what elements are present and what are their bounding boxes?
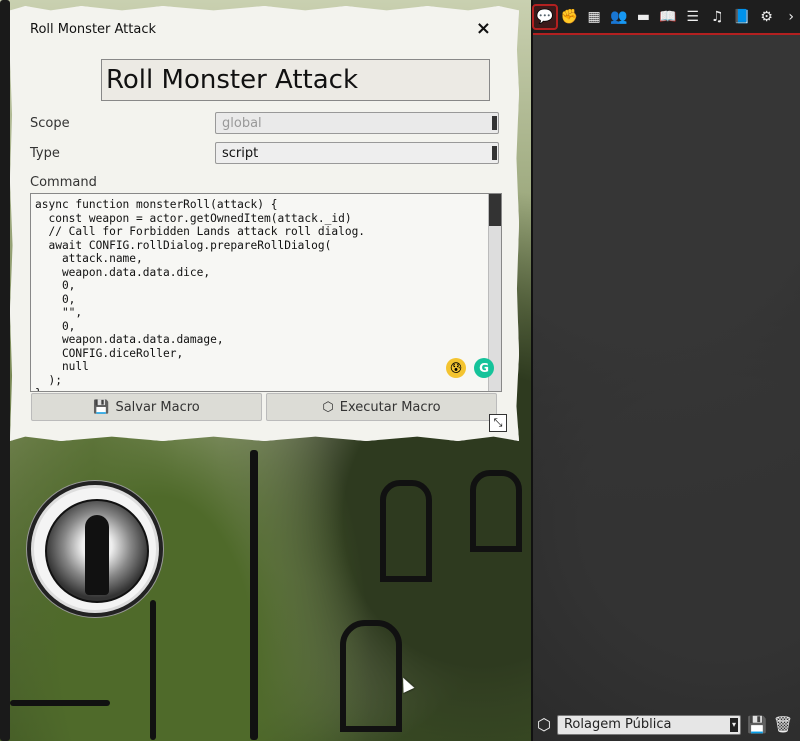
macro-name-input[interactable]: Roll Monster Attack — [101, 59, 490, 101]
execute-macro-button[interactable]: ⬡ Executar Macro — [266, 393, 497, 421]
command-textarea[interactable]: async function monsterRoll(attack) { con… — [31, 194, 501, 391]
scroll-thumb[interactable] — [489, 194, 501, 226]
chevron-down-icon: ▾ — [729, 717, 738, 732]
tables-icon[interactable]: ☰ — [682, 6, 704, 28]
resize-handle-icon[interactable]: ⤡ — [489, 414, 507, 432]
roll-mode-select[interactable]: Rolagem Pública ▾ — [556, 714, 741, 735]
scene-line — [250, 450, 258, 740]
type-select[interactable]: script — [215, 142, 499, 164]
playlists-icon[interactable]: ♫ — [706, 6, 728, 28]
scope-select: global — [215, 112, 499, 134]
sidebar: 💬 ✊ ▦ 👥 ▬ 📖 ☰ ♫ 📘 ⚙ › ⬡ Rolagem Pública … — [531, 0, 800, 741]
roll-mode-value: Rolagem Pública — [563, 717, 672, 732]
macro-config-dialog: Roll Monster Attack × Roll Monster Attac… — [10, 6, 519, 441]
combat-icon[interactable]: ✊ — [559, 6, 581, 28]
scene-edge — [0, 0, 10, 741]
scene-line — [150, 600, 156, 740]
dice-icon[interactable]: ⬡ — [537, 715, 551, 734]
emoji-icon[interactable]: 😰 — [446, 358, 466, 378]
type-label: Type — [30, 146, 60, 161]
sidebar-tabs: 💬 ✊ ▦ 👥 ▬ 📖 ☰ ♫ 📘 ⚙ › — [532, 0, 800, 35]
save-macro-label: Salvar Macro — [115, 399, 200, 415]
scene-window — [380, 480, 432, 582]
scene-window — [470, 470, 522, 552]
execute-macro-label: Executar Macro — [339, 399, 441, 415]
command-editor[interactable]: async function monsterRoll(attack) { con… — [30, 193, 502, 392]
scene-window — [340, 620, 402, 732]
save-icon: 💾 — [93, 399, 110, 415]
token-figure — [85, 515, 109, 595]
collapse-icon[interactable]: › — [780, 6, 800, 28]
compendium-icon[interactable]: 📘 — [731, 6, 753, 28]
scope-value: global — [222, 115, 262, 131]
dice-icon: ⬡ — [322, 399, 334, 415]
chevron-down-icon — [492, 116, 497, 130]
close-icon[interactable]: × — [476, 18, 491, 39]
scene-line — [10, 700, 110, 706]
save-icon[interactable]: 💾 — [747, 715, 767, 734]
grammarly-icon[interactable]: G — [474, 358, 494, 378]
token-portrait — [45, 499, 149, 603]
actors-icon[interactable]: 👥 — [608, 6, 630, 28]
trash-icon[interactable]: 🗑 — [773, 715, 793, 734]
scenes-icon[interactable]: ▦ — [583, 6, 605, 28]
command-label: Command — [30, 175, 97, 190]
settings-icon[interactable]: ⚙ — [756, 6, 778, 28]
chevron-down-icon — [492, 146, 497, 160]
chat-icon[interactable]: 💬 — [532, 3, 558, 30]
token-avatar[interactable] — [27, 481, 163, 617]
dialog-title: Roll Monster Attack — [30, 22, 157, 37]
journal-icon[interactable]: 📖 — [657, 6, 679, 28]
save-macro-button[interactable]: 💾 Salvar Macro — [31, 393, 262, 421]
items-icon[interactable]: ▬ — [633, 6, 655, 28]
chat-controls: ⬡ Rolagem Pública ▾ 💾 🗑 — [533, 708, 800, 741]
scope-label: Scope — [30, 116, 70, 131]
type-value: script — [222, 145, 259, 161]
